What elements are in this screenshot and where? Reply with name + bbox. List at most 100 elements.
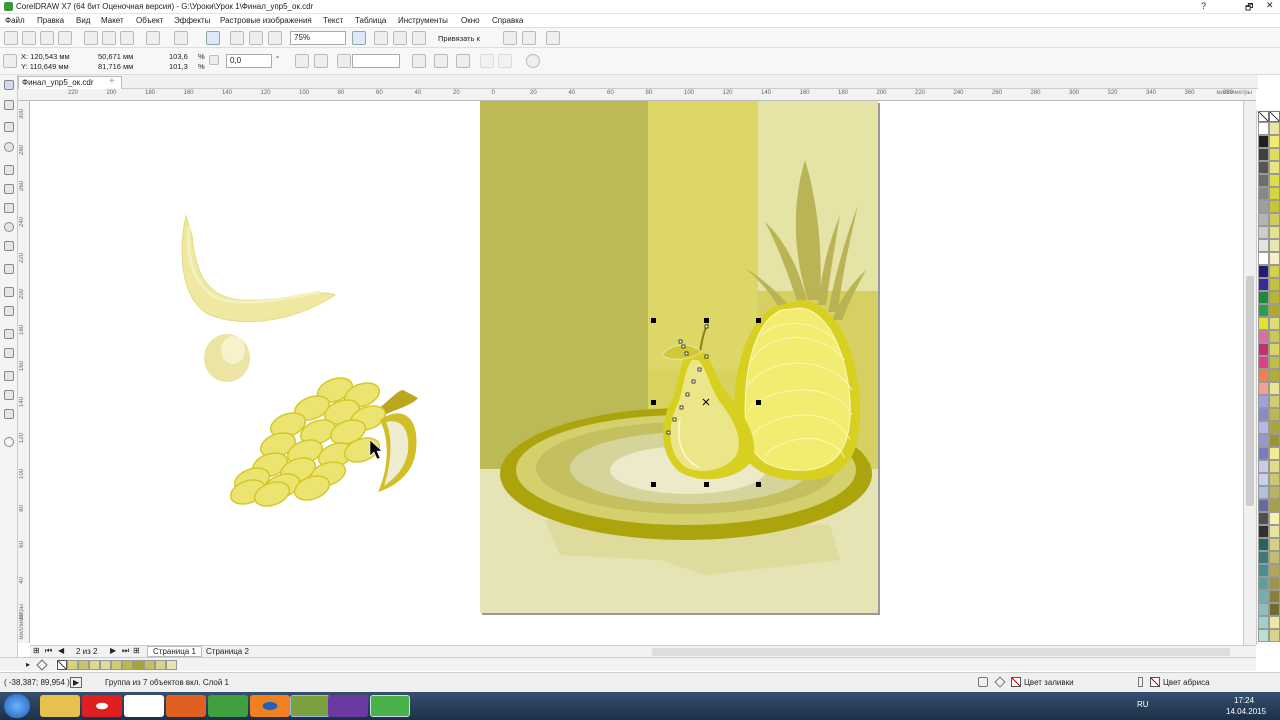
prev-page-icon[interactable]: ◀ bbox=[58, 646, 64, 655]
yandex-taskbar-icon[interactable] bbox=[124, 695, 164, 717]
paste-icon[interactable] bbox=[120, 31, 134, 45]
palette-swatch[interactable] bbox=[1258, 603, 1269, 616]
palette-swatch[interactable] bbox=[1258, 265, 1269, 278]
drawing-canvas[interactable] bbox=[30, 101, 1243, 643]
transparency-tool-icon[interactable] bbox=[4, 348, 14, 358]
palette-swatch[interactable] bbox=[1258, 317, 1269, 330]
combine-icon[interactable] bbox=[480, 54, 494, 68]
ungroup-all-icon[interactable] bbox=[456, 54, 470, 68]
palette-swatch[interactable] bbox=[1269, 148, 1280, 161]
media-player-taskbar-icon[interactable] bbox=[166, 695, 206, 717]
palette-swatch[interactable] bbox=[1258, 213, 1269, 226]
group-icon[interactable] bbox=[412, 54, 426, 68]
menu-help[interactable]: Справка bbox=[492, 16, 523, 25]
palette-swatch[interactable] bbox=[1258, 499, 1269, 512]
palette-swatch[interactable] bbox=[1258, 421, 1269, 434]
vertical-scrollbar[interactable] bbox=[1243, 101, 1256, 646]
menu-window[interactable]: Окно bbox=[461, 16, 480, 25]
palette-swatch[interactable] bbox=[1258, 252, 1269, 265]
palette-swatch[interactable] bbox=[1269, 330, 1280, 343]
rotation-angle-field[interactable]: 0,0 bbox=[226, 54, 272, 68]
palette-swatch[interactable] bbox=[1269, 174, 1280, 187]
outline-width-icon[interactable] bbox=[337, 54, 351, 68]
doc-no-color-swatch[interactable] bbox=[57, 660, 67, 670]
zoom-level-select[interactable]: 75% bbox=[290, 31, 346, 45]
palette-swatch[interactable] bbox=[1269, 200, 1280, 213]
add-preset-icon[interactable] bbox=[526, 54, 540, 68]
menu-bitmaps[interactable]: Растровые изображения bbox=[220, 16, 312, 25]
scale-y-field[interactable]: 101,3 bbox=[169, 62, 188, 71]
page-tab-2[interactable]: Страница 2 bbox=[206, 647, 249, 656]
palette-swatch[interactable] bbox=[1258, 616, 1269, 629]
doc-palette-swatch[interactable] bbox=[100, 660, 111, 670]
menu-edit[interactable]: Правка bbox=[37, 16, 64, 25]
start-button[interactable] bbox=[4, 694, 30, 718]
palette-swatch[interactable] bbox=[1258, 304, 1269, 317]
palette-swatch[interactable] bbox=[1269, 317, 1280, 330]
mirror-horizontal-icon[interactable] bbox=[295, 54, 309, 68]
palette-swatch[interactable] bbox=[1269, 590, 1280, 603]
export-icon[interactable] bbox=[249, 31, 263, 45]
options-icon[interactable] bbox=[522, 31, 536, 45]
menu-effects[interactable]: Эффекты bbox=[174, 16, 210, 25]
palette-swatch[interactable] bbox=[1258, 148, 1269, 161]
palette-swatch[interactable] bbox=[1258, 564, 1269, 577]
palette-swatch[interactable] bbox=[1258, 226, 1269, 239]
palette-swatch[interactable] bbox=[1258, 395, 1269, 408]
menu-file[interactable]: Файл bbox=[5, 16, 25, 25]
lock-ratio-icon[interactable] bbox=[209, 55, 219, 65]
palette-swatch[interactable] bbox=[1258, 525, 1269, 538]
help-icon[interactable]: ? bbox=[1201, 1, 1206, 11]
zoom-tool-icon[interactable] bbox=[4, 142, 14, 152]
palette-swatch[interactable] bbox=[1258, 434, 1269, 447]
horizontal-ruler[interactable]: 220 200 180 160 140 120 100 80 60 40 20 0 20 40 60 80 10… bbox=[18, 89, 1256, 101]
close-window-button[interactable]: ✕ bbox=[1266, 0, 1274, 11]
palette-swatch[interactable] bbox=[1269, 278, 1280, 291]
artistic-media-tool-icon[interactable] bbox=[4, 184, 14, 194]
palette-swatch[interactable] bbox=[1269, 122, 1280, 135]
add-tool-icon[interactable] bbox=[4, 437, 14, 447]
pick-tool-icon[interactable] bbox=[4, 80, 14, 90]
outline-width-select[interactable] bbox=[352, 54, 400, 68]
color-proof-icon[interactable] bbox=[978, 677, 988, 687]
palette-swatch[interactable] bbox=[1269, 408, 1280, 421]
palette-swatch[interactable] bbox=[1269, 304, 1280, 317]
application-launcher-icon[interactable] bbox=[546, 31, 560, 45]
open-icon[interactable] bbox=[22, 31, 36, 45]
page-tab-1[interactable]: Страница 1 bbox=[147, 646, 202, 657]
palette-swatch[interactable] bbox=[1258, 577, 1269, 590]
palette-swatch[interactable] bbox=[1269, 499, 1280, 512]
redo-icon[interactable] bbox=[174, 31, 188, 45]
explorer-taskbar-icon[interactable] bbox=[40, 695, 80, 717]
palette-swatch[interactable] bbox=[1258, 330, 1269, 343]
palette-swatch[interactable] bbox=[1258, 512, 1269, 525]
doc-palette-swatch[interactable] bbox=[111, 660, 122, 670]
palette-swatch[interactable] bbox=[1269, 135, 1280, 148]
palette-swatch[interactable] bbox=[1258, 356, 1269, 369]
menu-tools[interactable]: Инструменты bbox=[398, 16, 448, 25]
eyedropper-icon[interactable] bbox=[36, 659, 48, 671]
palette-swatch[interactable] bbox=[1258, 538, 1269, 551]
palette-swatch[interactable] bbox=[1269, 616, 1280, 629]
text-tool-icon[interactable] bbox=[4, 264, 14, 274]
palette-swatch[interactable] bbox=[1258, 551, 1269, 564]
palette-swatch[interactable] bbox=[1269, 369, 1280, 382]
smart-fill-tool-icon[interactable] bbox=[4, 409, 14, 419]
menu-layout[interactable]: Макет bbox=[101, 16, 124, 25]
palette-swatch[interactable] bbox=[1258, 187, 1269, 200]
palette-swatch[interactable] bbox=[1258, 161, 1269, 174]
palette-swatch[interactable] bbox=[1258, 382, 1269, 395]
doc-palette-swatch[interactable] bbox=[144, 660, 155, 670]
add-page-icon[interactable]: ⊞ bbox=[33, 646, 40, 655]
rectangle-tool-icon[interactable] bbox=[4, 203, 14, 213]
add-page-after-icon[interactable]: ⊞ bbox=[133, 646, 140, 655]
grape-bunch-object[interactable] bbox=[227, 374, 418, 511]
show-guides-icon[interactable] bbox=[412, 31, 426, 45]
clock-date[interactable]: 14.04.2015 bbox=[1226, 707, 1266, 716]
cut-icon[interactable] bbox=[84, 31, 98, 45]
menu-object[interactable]: Объект bbox=[136, 16, 163, 25]
menu-table[interactable]: Таблица bbox=[355, 16, 386, 25]
palette-swatch[interactable] bbox=[1258, 590, 1269, 603]
palette-swatch[interactable] bbox=[1269, 538, 1280, 551]
parallel-dimension-tool-icon[interactable] bbox=[4, 287, 14, 297]
